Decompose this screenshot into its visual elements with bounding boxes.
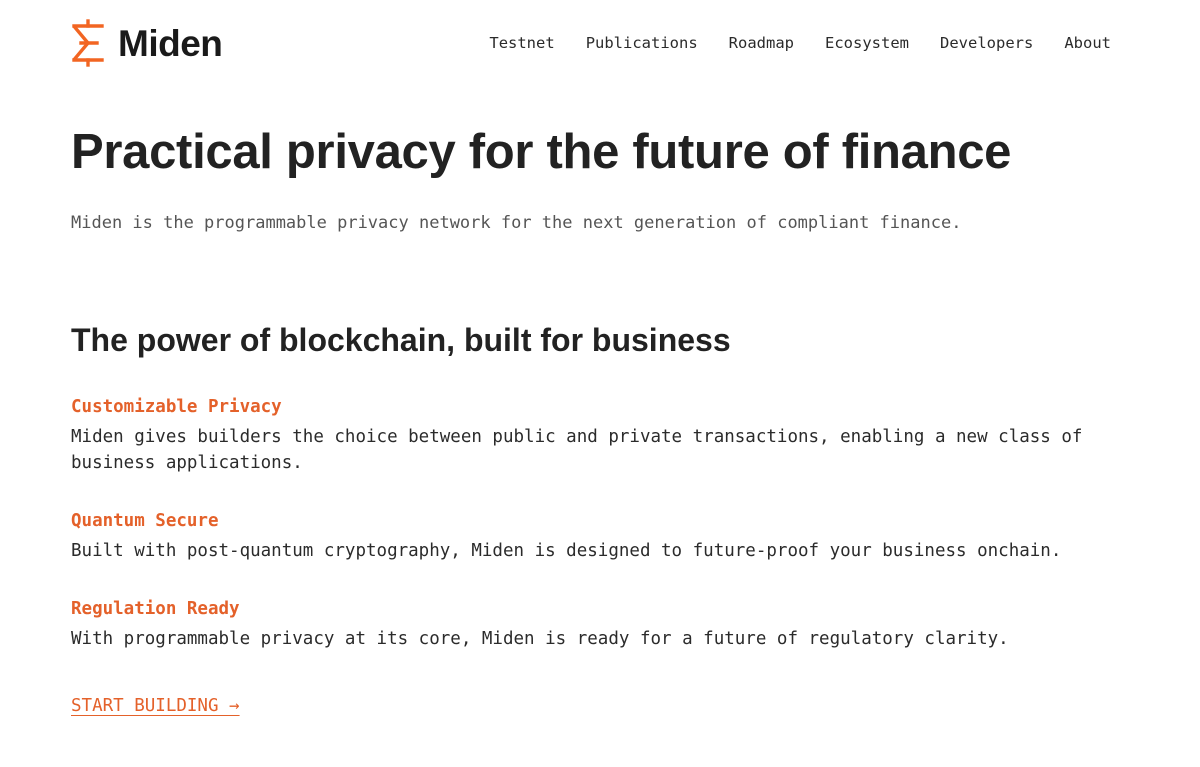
page: Miden Testnet Publications Roadmap Ecosy… — [0, 0, 1200, 767]
nav-item-about[interactable]: About — [1064, 34, 1111, 52]
site-header: Miden Testnet Publications Roadmap Ecosy… — [71, 18, 1111, 68]
feature-quantum-secure: Quantum Secure Built with post-quantum c… — [71, 508, 1111, 564]
feature-description: Miden gives builders the choice between … — [71, 427, 1083, 473]
brand-name: Miden — [118, 22, 223, 64]
section-title: The power of blockchain, built for busin… — [71, 322, 731, 358]
feature-description: With programmable privacy at its core, M… — [71, 629, 1009, 649]
logo-link[interactable]: Miden — [71, 18, 223, 68]
nav-item-developers[interactable]: Developers — [940, 34, 1033, 52]
nav-item-testnet[interactable]: Testnet — [489, 34, 554, 52]
feature-title: Quantum Secure — [71, 511, 219, 531]
nav-item-ecosystem[interactable]: Ecosystem — [825, 34, 909, 52]
nav-item-roadmap[interactable]: Roadmap — [729, 34, 794, 52]
feature-regulation-ready: Regulation Ready With programmable priva… — [71, 596, 1111, 652]
feature-title: Customizable Privacy — [71, 397, 282, 417]
nav-item-publications[interactable]: Publications — [586, 34, 698, 52]
hero-title: Practical privacy for the future of fina… — [71, 125, 1012, 179]
hero-subtitle: Miden is the programmable privacy networ… — [71, 213, 962, 233]
start-building-link[interactable]: START BUILDING → — [71, 696, 240, 716]
feature-customizable-privacy: Customizable Privacy Miden gives builder… — [71, 394, 1111, 476]
feature-description: Built with post-quantum cryptography, Mi… — [71, 541, 1062, 561]
miden-sigma-logo-icon — [72, 19, 104, 67]
main-nav: Testnet Publications Roadmap Ecosystem D… — [489, 34, 1111, 52]
feature-title: Regulation Ready — [71, 599, 240, 619]
